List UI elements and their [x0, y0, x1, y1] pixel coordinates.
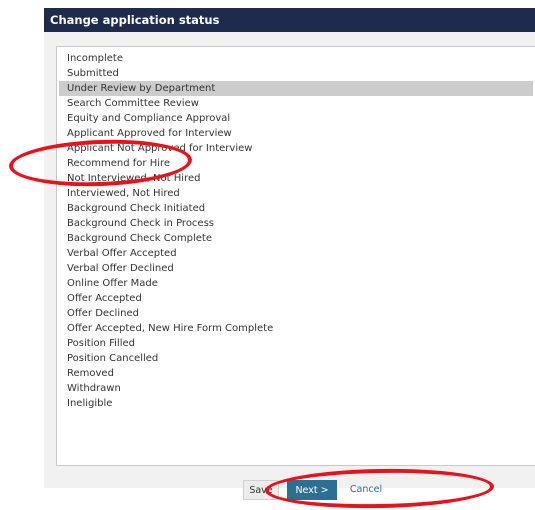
- status-option[interactable]: Ineligible: [59, 396, 533, 411]
- status-option[interactable]: Offer Declined: [59, 306, 533, 321]
- status-listbox[interactable]: Incomplete Submitted Under Review by Dep…: [56, 46, 535, 466]
- status-option[interactable]: Recommend for Hire: [59, 156, 533, 171]
- status-option[interactable]: Interviewed, Not Hired: [59, 186, 533, 201]
- dialog-title: Change application status: [44, 8, 535, 32]
- cancel-button[interactable]: Cancel: [344, 480, 388, 500]
- status-option[interactable]: Online Offer Made: [59, 276, 533, 291]
- change-status-dialog: Change application status Incomplete Sub…: [44, 8, 535, 508]
- status-option[interactable]: Incomplete: [59, 51, 533, 66]
- status-option-selected[interactable]: Under Review by Department: [59, 81, 533, 96]
- status-option[interactable]: Background Check Complete: [59, 231, 533, 246]
- dialog-body: Incomplete Submitted Under Review by Dep…: [44, 32, 535, 488]
- status-option[interactable]: Background Check Initiated: [59, 201, 533, 216]
- save-button[interactable]: Save: [243, 480, 279, 500]
- status-option[interactable]: Offer Accepted, New Hire Form Complete: [59, 321, 533, 336]
- status-option[interactable]: Removed: [59, 366, 533, 381]
- status-option[interactable]: Verbal Offer Accepted: [59, 246, 533, 261]
- status-option[interactable]: Applicant Approved for Interview: [59, 126, 533, 141]
- status-option[interactable]: Search Committee Review: [59, 96, 533, 111]
- status-option[interactable]: Equity and Compliance Approval: [59, 111, 533, 126]
- status-option[interactable]: Verbal Offer Declined: [59, 261, 533, 276]
- next-button[interactable]: Next >: [287, 480, 337, 500]
- status-option[interactable]: Offer Accepted: [59, 291, 533, 306]
- status-option[interactable]: Not Interviewed, Not Hired: [59, 171, 533, 186]
- status-option[interactable]: Background Check in Process: [59, 216, 533, 231]
- status-option[interactable]: Applicant Not Approved for Interview: [59, 141, 533, 156]
- status-option[interactable]: Withdrawn: [59, 381, 533, 396]
- status-option[interactable]: Position Cancelled: [59, 351, 533, 366]
- status-option[interactable]: Submitted: [59, 66, 533, 81]
- status-option[interactable]: Position Filled: [59, 336, 533, 351]
